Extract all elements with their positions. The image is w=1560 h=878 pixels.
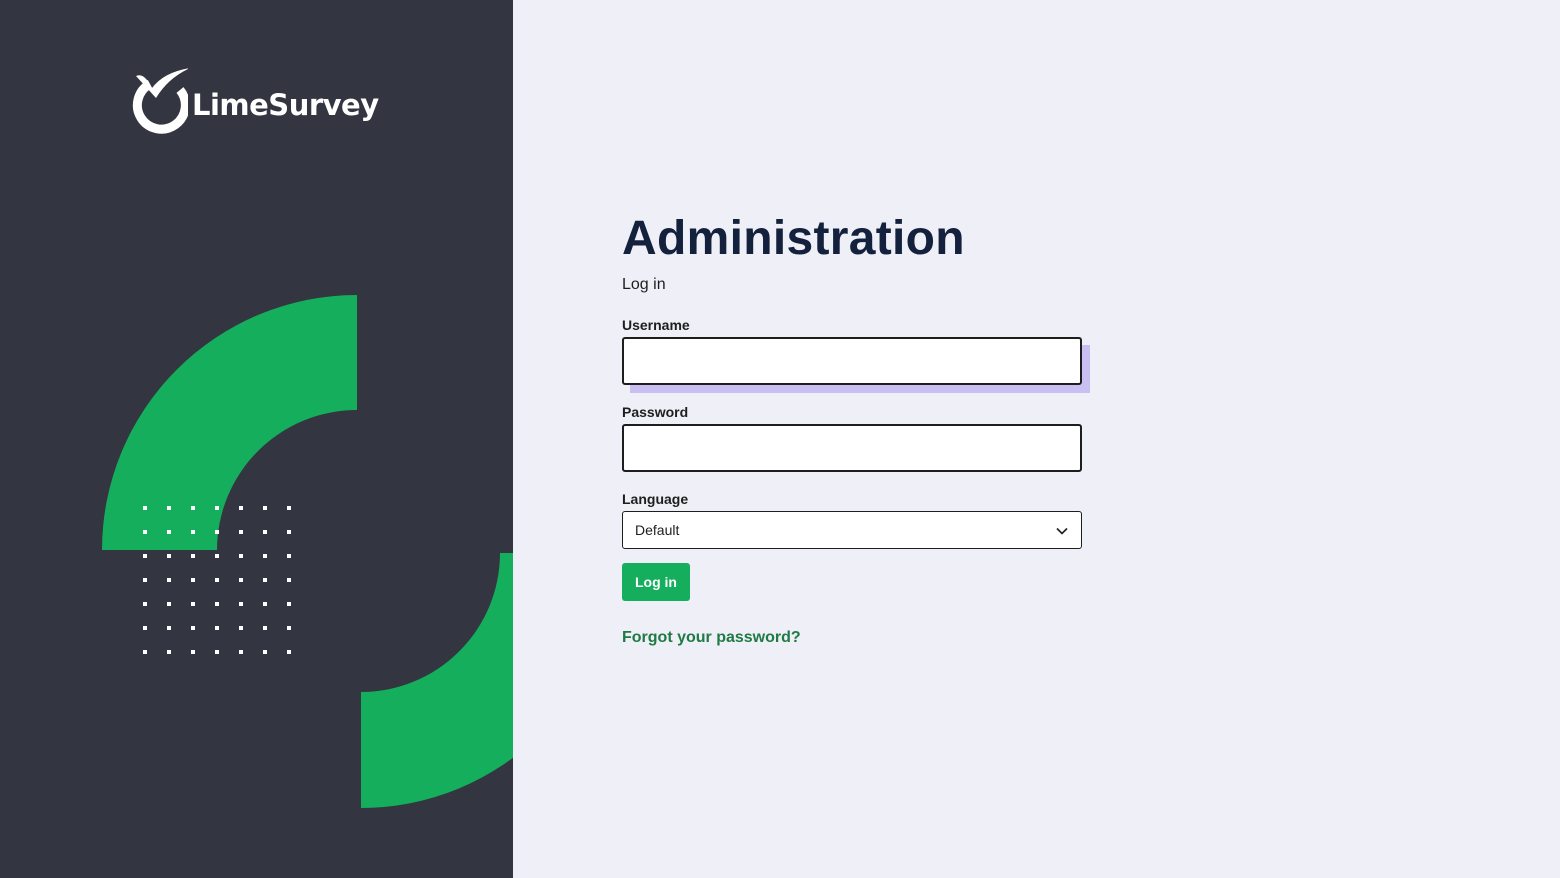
grid-dot <box>287 506 291 510</box>
password-field-wrap <box>622 424 1082 472</box>
grid-dot <box>287 530 291 534</box>
grid-dot <box>287 602 291 606</box>
username-field-wrap <box>622 337 1090 393</box>
forgot-password-link[interactable]: Forgot your password? <box>622 629 1092 647</box>
logo-wordmark: LimeSurvey <box>192 88 379 122</box>
language-select[interactable]: Default <box>622 511 1082 549</box>
limesurvey-logo-icon <box>132 68 188 134</box>
login-button[interactable]: Log in <box>622 563 690 601</box>
brand-panel: LimeSurvey <box>0 0 513 878</box>
upper-ring-shape <box>102 295 357 550</box>
grid-dot <box>263 602 267 606</box>
grid-dot <box>287 554 291 558</box>
grid-dot <box>143 650 147 654</box>
grid-dot <box>239 506 243 510</box>
grid-dot <box>143 554 147 558</box>
grid-dot <box>143 506 147 510</box>
logo: LimeSurvey <box>130 66 379 136</box>
password-label: Password <box>622 404 689 420</box>
password-input[interactable] <box>622 424 1082 472</box>
language-label: Language <box>622 491 689 507</box>
grid-dot <box>287 578 291 582</box>
grid-dot <box>167 602 171 606</box>
grid-dot <box>215 506 219 510</box>
grid-dot <box>167 578 171 582</box>
grid-dot <box>143 530 147 534</box>
grid-dot <box>215 530 219 534</box>
grid-dot <box>263 506 267 510</box>
lower-ring-shape <box>361 553 513 808</box>
grid-dot <box>263 578 267 582</box>
grid-dot <box>239 602 243 606</box>
grid-dot <box>287 650 291 654</box>
grid-dot <box>191 602 195 606</box>
grid-dot <box>239 530 243 534</box>
grid-dot <box>167 506 171 510</box>
grid-dot <box>167 626 171 630</box>
chevron-down-icon <box>1056 527 1068 535</box>
grid-dot <box>191 578 195 582</box>
grid-dot <box>263 554 267 558</box>
grid-dot <box>167 650 171 654</box>
grid-dot <box>215 602 219 606</box>
username-input[interactable] <box>622 337 1082 385</box>
grid-dot <box>239 650 243 654</box>
username-label: Username <box>622 317 690 333</box>
grid-dot <box>215 650 219 654</box>
grid-dot <box>263 650 267 654</box>
grid-dot <box>263 626 267 630</box>
grid-dot <box>191 506 195 510</box>
grid-dot <box>191 554 195 558</box>
grid-dot <box>191 626 195 630</box>
grid-dot <box>287 626 291 630</box>
page-title: Administration <box>622 212 965 265</box>
grid-dot <box>191 530 195 534</box>
grid-dot <box>215 578 219 582</box>
page-subtitle: Log in <box>622 276 666 293</box>
grid-dot <box>167 530 171 534</box>
grid-dot <box>191 650 195 654</box>
login-page: LimeSurvey Administration Log in Usernam… <box>0 0 1560 878</box>
grid-dot <box>263 530 267 534</box>
grid-dot <box>239 626 243 630</box>
grid-dot <box>215 626 219 630</box>
grid-dot <box>143 602 147 606</box>
grid-dot <box>239 578 243 582</box>
login-form-area: Administration Log in Username Password … <box>622 210 1092 647</box>
language-selected-value: Default <box>635 522 680 538</box>
grid-dot <box>143 578 147 582</box>
grid-dot <box>239 554 243 558</box>
grid-dot <box>167 554 171 558</box>
grid-dot <box>143 626 147 630</box>
grid-dot <box>215 554 219 558</box>
